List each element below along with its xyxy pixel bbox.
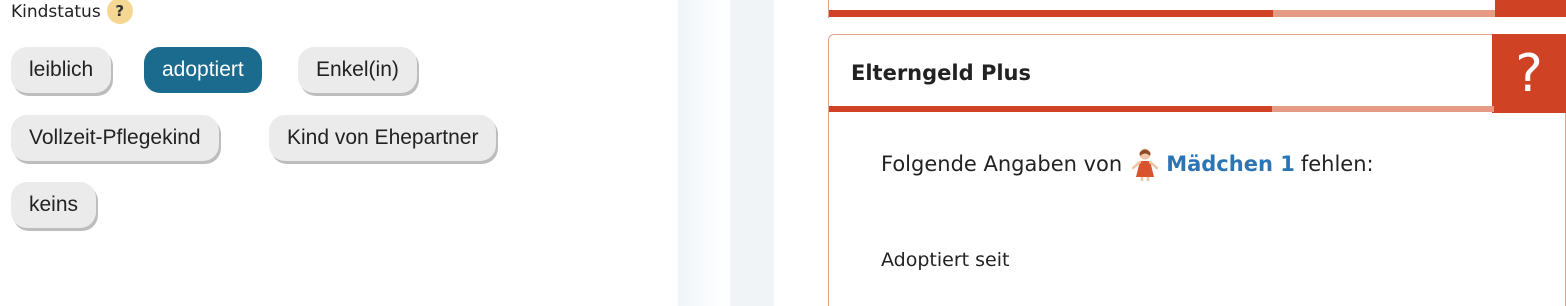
adopted-since-label: Adoptiert seit bbox=[881, 249, 1010, 271]
missing-info-message: Folgende Angaben von Mädchen 1 fehlen: bbox=[881, 147, 1374, 181]
child-name-link[interactable]: Mädchen 1 bbox=[1166, 152, 1295, 176]
option-adoptiert[interactable]: adoptiert bbox=[144, 47, 262, 93]
child-status-panel: Kindstatus ? leiblich adoptiert Enkel(in… bbox=[0, 0, 678, 306]
girl-icon bbox=[1131, 148, 1159, 181]
elterngeld-plus-card: Elterngeld Plus ? Folgende Angaben von M… bbox=[828, 34, 1566, 306]
previous-card-bottom bbox=[828, 0, 1566, 18]
child-status-label: Kindstatus bbox=[11, 2, 101, 22]
question-mark-icon[interactable]: ? bbox=[1492, 34, 1566, 113]
option-enkel[interactable]: Enkel(in) bbox=[298, 47, 417, 93]
previous-card-help-corner[interactable] bbox=[1495, 0, 1566, 17]
child-status-label-row: Kindstatus ? bbox=[11, 0, 133, 24]
card-title: Elterngeld Plus bbox=[851, 61, 1031, 85]
option-leiblich[interactable]: leiblich bbox=[11, 47, 112, 93]
missing-suffix: fehlen: bbox=[1300, 152, 1374, 176]
panel-divider bbox=[678, 0, 730, 306]
progress-bar-remaining bbox=[1272, 106, 1494, 112]
gutter-column bbox=[730, 0, 774, 306]
option-keins[interactable]: keins bbox=[11, 182, 97, 228]
help-question-icon[interactable]: ? bbox=[106, 0, 133, 24]
option-vollzeit-pflegekind[interactable]: Vollzeit-Pflegekind bbox=[11, 115, 219, 161]
missing-prefix: Folgende Angaben von bbox=[881, 152, 1123, 176]
progress-bar-filled bbox=[829, 10, 1273, 17]
progress-bar-filled bbox=[829, 106, 1272, 112]
option-kind-von-ehepartner[interactable]: Kind von Ehepartner bbox=[269, 115, 497, 161]
progress-bar-remaining bbox=[1273, 10, 1495, 17]
